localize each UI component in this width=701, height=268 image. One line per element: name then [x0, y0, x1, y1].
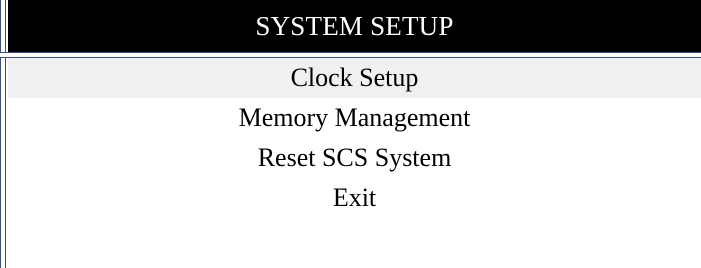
system-setup-menu: Clock Setup Memory Management Reset SCS … — [8, 58, 701, 218]
menu-item-exit[interactable]: Exit — [8, 178, 701, 218]
system-setup-screen: SYSTEM SETUP Clock Setup Memory Manageme… — [0, 0, 701, 268]
page-title: SYSTEM SETUP — [8, 0, 701, 52]
menu-item-memory-management[interactable]: Memory Management — [8, 98, 701, 138]
left-border — [0, 0, 6, 268]
menu-item-reset-scs-system[interactable]: Reset SCS System — [8, 138, 701, 178]
menu-item-clock-setup[interactable]: Clock Setup — [8, 58, 701, 98]
